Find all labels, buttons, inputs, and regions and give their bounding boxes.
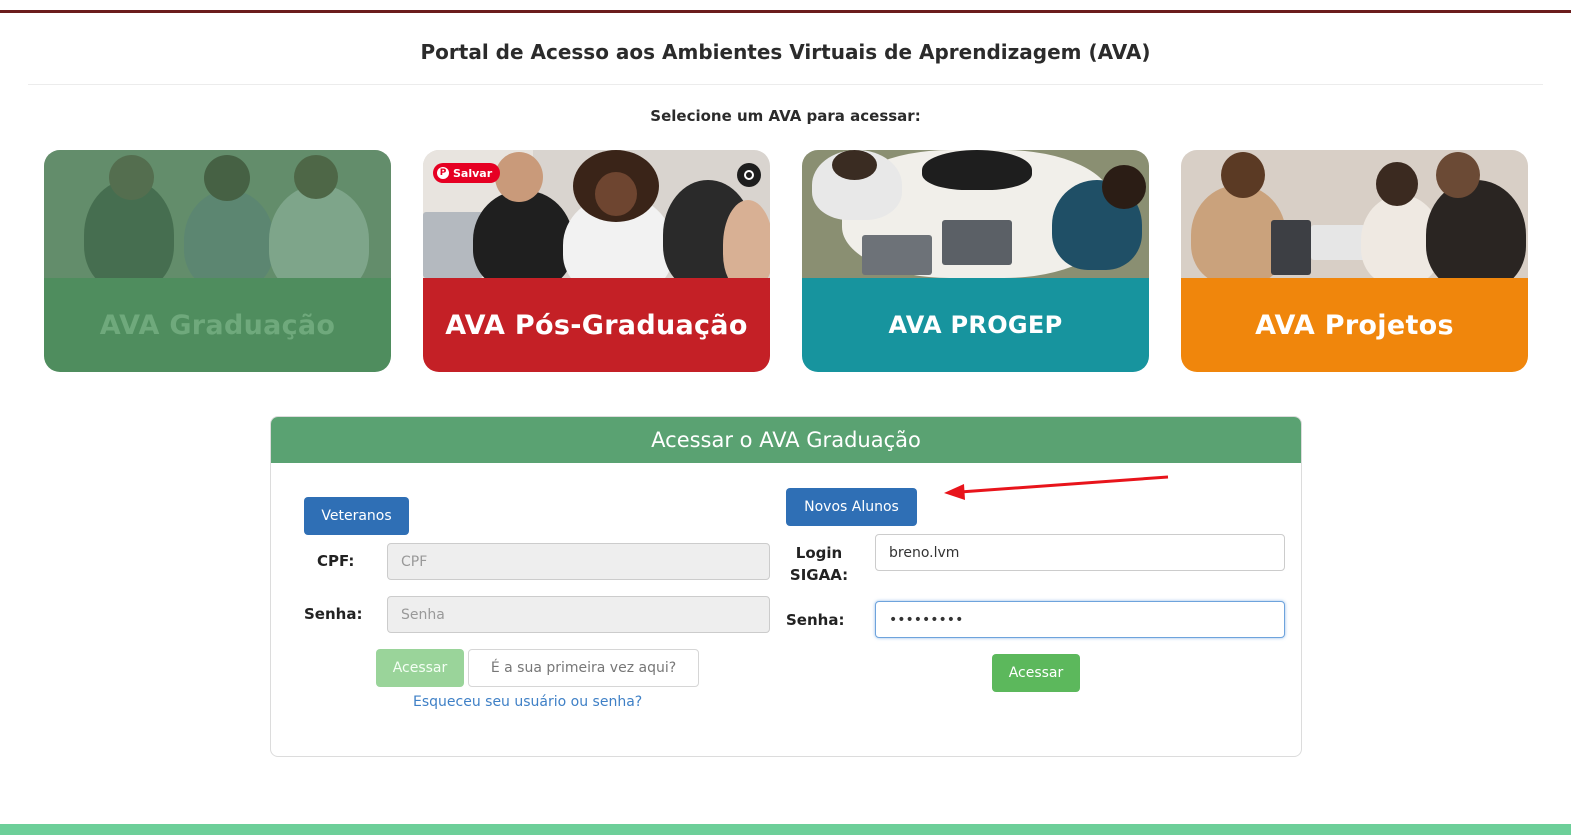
title-divider xyxy=(28,84,1543,85)
veteranos-acessar-button[interactable]: Acessar xyxy=(376,649,464,687)
cpf-input[interactable] xyxy=(387,543,770,580)
forgot-credentials-link[interactable]: Esqueceu seu usuário ou senha? xyxy=(413,694,642,710)
card-photo-graduacao xyxy=(44,150,391,278)
login-panel-header: Acessar o AVA Graduação xyxy=(271,417,1301,463)
visual-search-icon[interactable] xyxy=(737,163,761,187)
select-ava-prompt: Selecione um AVA para acessar: xyxy=(650,107,921,125)
card-band-graduacao: AVA Graduação xyxy=(44,278,391,372)
novos-senha-input[interactable] xyxy=(875,601,1285,638)
card-ava-projetos[interactable]: AVA Projetos xyxy=(1181,150,1528,372)
first-time-button[interactable]: É a sua primeira vez aqui? xyxy=(468,649,699,687)
card-band-progep: AVA PROGEP xyxy=(802,278,1149,372)
novos-alunos-tab-button[interactable]: Novos Alunos xyxy=(786,488,917,526)
login-sigaa-input[interactable] xyxy=(875,534,1285,571)
card-title: AVA Graduação xyxy=(99,309,336,341)
cpf-label: CPF: xyxy=(317,552,355,570)
login-sigaa-label-line2: SIGAA: xyxy=(789,566,849,584)
pinterest-icon: P xyxy=(437,167,449,179)
card-title: AVA Pós-Graduação xyxy=(445,309,748,341)
card-band-pos-graduacao: AVA Pós-Graduação xyxy=(423,278,770,372)
novos-senha-label: Senha: xyxy=(786,611,845,629)
card-title: AVA PROGEP xyxy=(888,311,1063,339)
login-panel: Acessar o AVA Graduação Veteranos CPF: S… xyxy=(270,416,1302,757)
page-title: Portal de Acesso aos Ambientes Virtuais … xyxy=(420,40,1151,64)
login-panel-title: Acessar o AVA Graduação xyxy=(651,428,921,452)
card-photo-projetos xyxy=(1181,150,1528,278)
card-photo-pos-graduacao: P Salvar xyxy=(423,150,770,278)
veteranos-senha-label: Senha: xyxy=(304,605,363,623)
footer-bar xyxy=(0,824,1571,835)
card-ava-pos-graduacao[interactable]: P Salvar AVA Pós-Graduação xyxy=(423,150,770,372)
card-band-projetos: AVA Projetos xyxy=(1181,278,1528,372)
novos-acessar-button[interactable]: Acessar xyxy=(992,654,1080,692)
login-sigaa-label-line1: Login xyxy=(795,544,843,562)
card-photo-progep xyxy=(802,150,1149,278)
top-border xyxy=(0,10,1571,13)
pinterest-save-label: Salvar xyxy=(453,166,493,180)
card-ava-progep[interactable]: AVA PROGEP xyxy=(802,150,1149,372)
pinterest-save-badge[interactable]: P Salvar xyxy=(433,163,501,183)
veteranos-senha-input[interactable] xyxy=(387,596,770,633)
login-sigaa-label: Login SIGAA: xyxy=(787,542,851,586)
card-title: AVA Projetos xyxy=(1255,309,1454,341)
card-ava-graduacao[interactable]: AVA Graduação xyxy=(44,150,391,372)
veteranos-tab-button[interactable]: Veteranos xyxy=(304,497,409,535)
